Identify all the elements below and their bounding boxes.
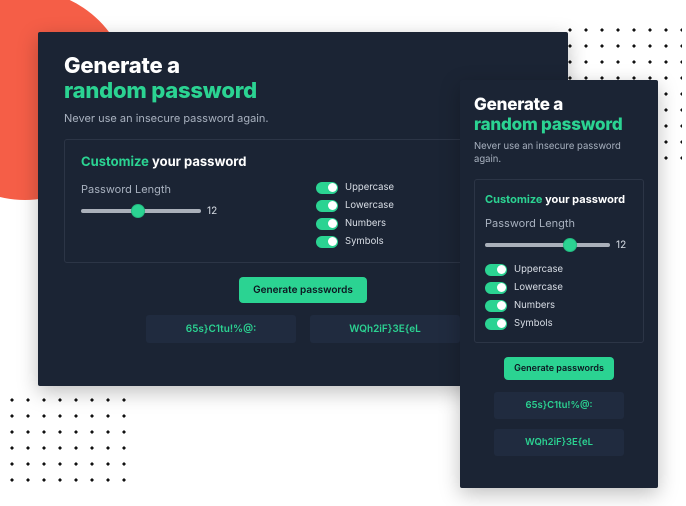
customize-title: Customize your password xyxy=(81,154,525,170)
toggle-symbols-mobile[interactable] xyxy=(485,318,507,330)
toggle-lowercase-label: Lowercase xyxy=(345,200,394,211)
customize-title-highlight: Customize xyxy=(81,154,149,170)
toggle-lowercase[interactable] xyxy=(316,200,338,212)
length-slider-mobile[interactable] xyxy=(485,238,610,252)
decorative-dots-bottom-left xyxy=(4,392,134,492)
output-1[interactable]: 65s}C1tu!%@: xyxy=(146,315,296,343)
length-label: Password Length xyxy=(81,182,290,196)
generate-button[interactable]: Generate passwords xyxy=(239,277,367,303)
customize-box-mobile: Customize your password Password Length … xyxy=(474,179,644,343)
customize-title-rest: your password xyxy=(149,154,247,170)
toggle-list-mobile: Uppercase Lowercase Numbers Symbols xyxy=(485,264,633,330)
toggle-numbers-label: Numbers xyxy=(345,218,386,229)
page-title-mobile: Generate a random password xyxy=(474,96,644,135)
toggle-symbols[interactable] xyxy=(316,236,338,248)
toggle-uppercase-mobile[interactable] xyxy=(485,264,507,276)
slider-thumb-mobile[interactable] xyxy=(563,238,577,252)
toggle-numbers[interactable] xyxy=(316,218,338,230)
output-2[interactable]: WQh2iF}3E{eL xyxy=(310,315,460,343)
subheading-mobile: Never use an insecure password again. xyxy=(474,141,644,167)
toggle-numbers-mobile[interactable] xyxy=(485,300,507,312)
outputs-col-mobile: 65s}C1tu!%@: WQh2iF}3E{eL xyxy=(474,392,644,456)
page-title-line1: Generate a xyxy=(64,53,180,79)
output-1-mobile[interactable]: 65s}C1tu!%@: xyxy=(494,392,624,419)
length-value: 12 xyxy=(207,205,217,217)
toggle-uppercase[interactable] xyxy=(316,182,338,194)
toggle-symbols-label: Symbols xyxy=(345,236,384,247)
toggle-uppercase-label: Uppercase xyxy=(345,182,394,193)
customize-title-mobile: Customize your password xyxy=(485,192,633,206)
generate-button-mobile[interactable]: Generate passwords xyxy=(504,357,614,380)
page-title-mobile-line2: random password xyxy=(474,116,644,136)
output-2-mobile[interactable]: WQh2iF}3E{eL xyxy=(494,429,624,456)
mobile-preview-panel: Generate a random password Never use an … xyxy=(460,80,658,488)
toggle-lowercase-mobile[interactable] xyxy=(485,282,507,294)
length-slider[interactable] xyxy=(81,204,201,218)
length-label-mobile: Password Length xyxy=(485,216,633,230)
page-title-mobile-line1: Generate a xyxy=(474,95,563,115)
slider-thumb[interactable] xyxy=(131,204,145,218)
length-value-mobile: 12 xyxy=(616,239,626,251)
